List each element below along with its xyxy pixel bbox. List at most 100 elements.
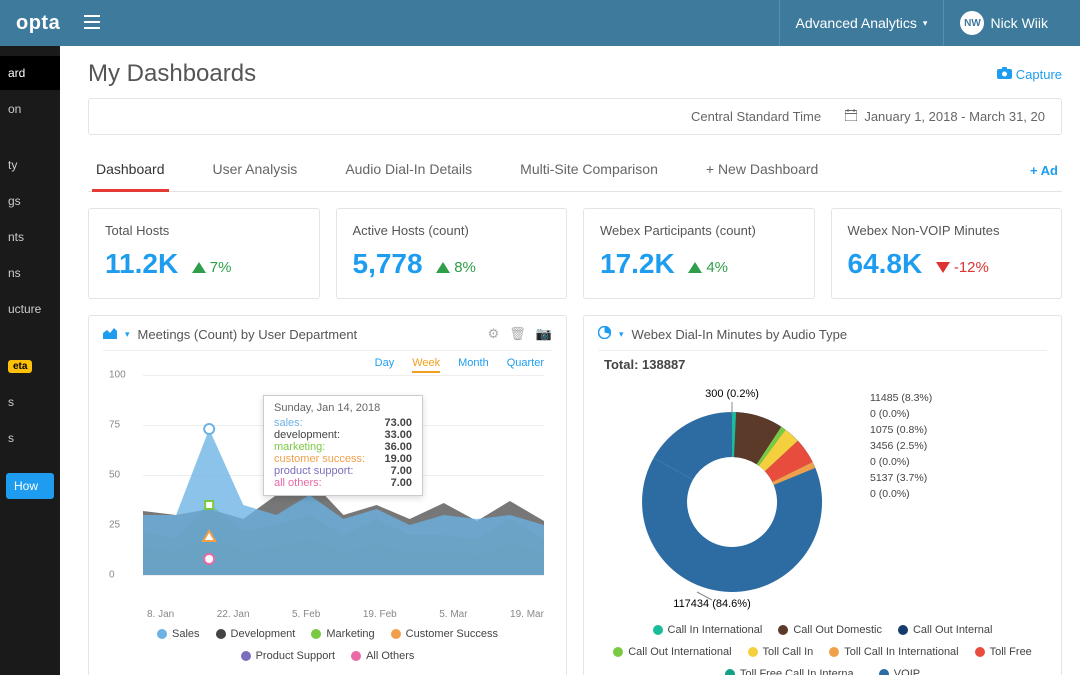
time-range-tabs: Day Week Month Quarter (103, 351, 552, 375)
panel-title: Meetings (Count) by User Department (138, 327, 358, 342)
calendar-icon (845, 109, 861, 124)
triangle-up-icon (688, 262, 702, 273)
capture-button[interactable]: Capture (997, 67, 1062, 82)
sidebar-item[interactable]: s (0, 385, 60, 419)
kpi-value: 64.8K (848, 248, 923, 280)
filter-bar: Central Standard Time January 1, 2018 - … (88, 98, 1062, 135)
kpi-title: Webex Participants (count) (600, 223, 798, 238)
tab-audio-dialin[interactable]: Audio Dial-In Details (341, 151, 476, 192)
sidebar-item[interactable]: nts (0, 220, 60, 254)
triangle-down-icon (936, 262, 950, 273)
legend-item[interactable]: Sales (157, 628, 200, 640)
main-content: My Dashboards Capture Central Standard T… (60, 46, 1080, 675)
donut-side-labels: 11485 (8.3%) 0 (0.0%) 1075 (0.8%) 3456 (… (870, 382, 1043, 612)
legend-item[interactable]: Toll Call In (748, 646, 814, 658)
sidebar-item[interactable]: ns (0, 256, 60, 290)
sidebar-item[interactable]: ty (0, 148, 60, 182)
chevron-down-icon[interactable]: ▾ (125, 329, 130, 340)
donut-chart[interactable]: 300 (0.2%) 117434 (84.6%) (602, 382, 862, 612)
legend-item[interactable]: Call Out Internal (898, 624, 992, 636)
camera-icon (997, 67, 1012, 82)
kpi-value: 17.2K (600, 248, 675, 280)
panel-dialin-by-audio-type: ▾ Webex Dial-In Minutes by Audio Type To… (583, 315, 1062, 675)
date-range-picker[interactable]: January 1, 2018 - March 31, 20 (845, 109, 1045, 124)
kpi-delta: -12% (936, 259, 989, 276)
capture-label: Capture (1016, 67, 1062, 82)
tab-dashboard[interactable]: Dashboard (92, 151, 169, 192)
legend-item[interactable]: Toll Free Call In Interna... (725, 668, 863, 675)
sidebar-item[interactable]: on (0, 92, 60, 126)
avatar: NW (960, 11, 984, 35)
kpi-delta: 4% (688, 259, 728, 276)
sidebar-item[interactable]: s (0, 421, 60, 455)
sidebar-item[interactable]: ard (0, 56, 60, 90)
menu-toggle-icon[interactable] (84, 15, 100, 32)
chevron-down-icon: ▾ (923, 18, 928, 29)
camera-icon[interactable]: 📷 (536, 326, 552, 342)
legend-item[interactable]: Call In International (653, 624, 763, 636)
chart-tooltip: Sunday, Jan 14, 2018 sales:73.00 develop… (263, 395, 423, 496)
sidebar-item[interactable]: ucture (0, 292, 60, 326)
analytics-switcher[interactable]: Advanced Analytics ▾ (779, 0, 944, 46)
legend-item[interactable]: Call Out International (613, 646, 731, 658)
user-menu[interactable]: NW Nick Wiik (943, 0, 1064, 46)
user-name: Nick Wiik (990, 15, 1048, 31)
legend-item[interactable]: Toll Call In International (829, 646, 958, 658)
legend-item[interactable]: Product Support (241, 650, 336, 662)
tab-user-analysis[interactable]: User Analysis (209, 151, 302, 192)
legend-item[interactable]: Toll Free (975, 646, 1032, 658)
sidebar-item[interactable]: gs (0, 184, 60, 218)
kpi-value: 11.2K (105, 248, 178, 280)
kpi-row: Total Hosts 11.2K 7% Active Hosts (count… (88, 208, 1062, 299)
gear-icon[interactable]: ⚙ (488, 326, 500, 342)
learn-how-button[interactable]: How (6, 473, 54, 499)
kpi-card[interactable]: Webex Participants (count) 17.2K 4% (583, 208, 815, 299)
area-chart-icon (103, 327, 117, 342)
y-tick: 50 (109, 470, 120, 481)
panel-title: Webex Dial-In Minutes by Audio Type (632, 327, 848, 342)
donut-top-label: 300 (0.2%) (705, 388, 759, 400)
topbar: opta Advanced Analytics ▾ NW Nick Wiik (0, 0, 1080, 46)
range-month[interactable]: Month (458, 357, 489, 373)
kpi-value: 5,778 (353, 248, 423, 280)
triangle-up-icon (436, 262, 450, 273)
kpi-title: Active Hosts (count) (353, 223, 551, 238)
analytics-switcher-label: Advanced Analytics (796, 15, 917, 31)
y-tick: 25 (109, 520, 120, 531)
y-tick: 0 (109, 570, 115, 581)
range-week[interactable]: Week (412, 357, 440, 373)
brand-logo: opta (16, 12, 60, 35)
area-chart[interactable]: 0 25 50 75 100 (103, 375, 552, 605)
tooltip-title: Sunday, Jan 14, 2018 (274, 402, 412, 414)
chevron-down-icon[interactable]: ▾ (619, 329, 624, 340)
donut-legend: Call In International Call Out Domestic … (598, 616, 1047, 675)
kpi-card[interactable]: Webex Non-VOIP Minutes 64.8K -12% (831, 208, 1063, 299)
chart-legend: Sales Development Marketing Customer Suc… (103, 620, 552, 666)
kpi-title: Webex Non-VOIP Minutes (848, 223, 1046, 238)
tab-new-dashboard[interactable]: + New Dashboard (702, 151, 822, 192)
sidebar: ard on ty gs nts ns ucture eta s s How (0, 46, 60, 675)
range-day[interactable]: Day (375, 357, 395, 373)
legend-item[interactable]: Call Out Domestic (778, 624, 882, 636)
y-tick: 100 (109, 370, 126, 381)
triangle-up-icon (192, 262, 206, 273)
range-quarter[interactable]: Quarter (507, 357, 544, 373)
trash-icon[interactable]: 🗑 (509, 326, 526, 342)
panel-meetings-by-dept: ▾ Meetings (Count) by User Department ⚙ … (88, 315, 567, 675)
kpi-card[interactable]: Total Hosts 11.2K 7% (88, 208, 320, 299)
tab-multisite[interactable]: Multi-Site Comparison (516, 151, 662, 192)
legend-item[interactable]: Marketing (311, 628, 374, 640)
donut-total: Total: 138887 (598, 351, 1047, 374)
beta-badge: eta (8, 360, 32, 373)
legend-item[interactable]: VOIP (879, 668, 920, 675)
timezone-label: Central Standard Time (691, 109, 821, 124)
legend-item[interactable]: All Others (351, 650, 414, 662)
y-tick: 75 (109, 420, 120, 431)
legend-item[interactable]: Customer Success (391, 628, 498, 640)
x-axis: 8. Jan22. Jan5. Feb19. Feb5. Mar19. Mar (103, 605, 552, 620)
dashboard-tabs: Dashboard User Analysis Audio Dial-In De… (88, 151, 1062, 192)
sidebar-item-beta[interactable]: eta (0, 348, 60, 383)
legend-item[interactable]: Development (216, 628, 296, 640)
add-tab-button[interactable]: + Ad (1030, 153, 1058, 190)
kpi-card[interactable]: Active Hosts (count) 5,778 8% (336, 208, 568, 299)
